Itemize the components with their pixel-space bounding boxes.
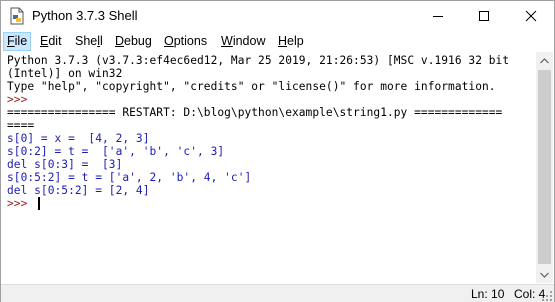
menu-file-label: ile bbox=[14, 34, 28, 48]
close-icon bbox=[525, 10, 537, 22]
output-line: del s[0:5:2] = [2, 4] bbox=[7, 184, 150, 197]
vertical-scrollbar[interactable] bbox=[536, 52, 553, 283]
idle-shell-window: Python 3.7.3 Shell File Edit Shell Debug… bbox=[0, 0, 555, 302]
status-bar: Ln: 10 Col: 4 bbox=[1, 284, 554, 302]
menu-shell[interactable]: Shell bbox=[72, 32, 106, 51]
maximize-icon bbox=[479, 11, 489, 21]
menu-shell-label: l bbox=[100, 34, 103, 48]
restart-line: ================ RESTART: D:\blog\python… bbox=[7, 106, 503, 119]
output-line: s[0] = x = [4, 2, 3] bbox=[7, 132, 150, 145]
chevron-up-icon bbox=[540, 57, 549, 63]
restart-line: ==== bbox=[7, 119, 35, 132]
shell-banner-line: Python 3.7.3 (v3.7.3:ef4ec6ed12, Mar 25 … bbox=[7, 54, 510, 67]
menu-window[interactable]: Window bbox=[218, 32, 268, 51]
resize-grip-icon[interactable] bbox=[542, 291, 552, 301]
scroll-down-button[interactable] bbox=[536, 266, 553, 283]
python-file-icon bbox=[10, 7, 24, 25]
menu-options[interactable]: Options bbox=[161, 32, 210, 51]
menu-debug[interactable]: Debug bbox=[112, 32, 155, 51]
menu-options-mnemonic: O bbox=[164, 34, 174, 48]
minimize-icon bbox=[433, 16, 443, 17]
menu-debug-label: ebug bbox=[124, 34, 152, 48]
chevron-down-icon bbox=[540, 272, 549, 278]
window-title: Python 3.7.3 Shell bbox=[32, 8, 138, 23]
menu-debug-mnemonic: D bbox=[115, 34, 125, 48]
line-number-status: Ln: 10 bbox=[471, 287, 505, 301]
menu-help[interactable]: Help bbox=[275, 32, 307, 51]
column-number-status: Col: 4 bbox=[514, 287, 546, 301]
output-line: del s[0:3] = [3] bbox=[7, 158, 123, 171]
title-bar[interactable]: Python 3.7.3 Shell bbox=[1, 1, 554, 31]
menu-file[interactable]: File bbox=[3, 32, 32, 51]
scroll-up-button[interactable] bbox=[536, 52, 553, 69]
shell-prompt: >>> bbox=[7, 197, 35, 210]
shell-text-area[interactable]: Python 3.7.3 (v3.7.3:ef4ec6ed12, Mar 25 … bbox=[4, 52, 536, 283]
menu-options-label: ptions bbox=[173, 34, 208, 48]
menu-file-mnemonic: F bbox=[7, 34, 15, 48]
output-line: s[0:2] = t = ['a', 'b', 'c', 3] bbox=[7, 145, 225, 158]
shell-banner-line: Type "help", "copyright", "credits" or "… bbox=[7, 80, 496, 93]
menu-window-label: indow bbox=[232, 34, 266, 48]
menu-help-mnemonic: H bbox=[278, 34, 288, 48]
menu-edit[interactable]: Edit bbox=[37, 32, 65, 51]
scrollbar-thumb[interactable] bbox=[538, 70, 551, 264]
menu-help-label: elp bbox=[287, 34, 304, 48]
shell-prompt: >>> bbox=[7, 93, 35, 106]
minimize-button[interactable] bbox=[415, 1, 461, 31]
shell-banner-line: (Intel)] on win32 bbox=[7, 67, 123, 80]
menu-window-mnemonic: W bbox=[221, 34, 233, 48]
maximize-button[interactable] bbox=[461, 1, 507, 31]
menu-shell-label-start: She bbox=[75, 34, 98, 48]
text-cursor bbox=[38, 197, 40, 210]
menu-edit-label: dit bbox=[48, 34, 62, 48]
output-line: s[0:5:2] = t = ['a', 2, 'b', 4, 'c'] bbox=[7, 171, 252, 184]
close-button[interactable] bbox=[508, 1, 554, 31]
menu-bar: File Edit Shell Debug Options Window Hel… bbox=[1, 32, 554, 51]
